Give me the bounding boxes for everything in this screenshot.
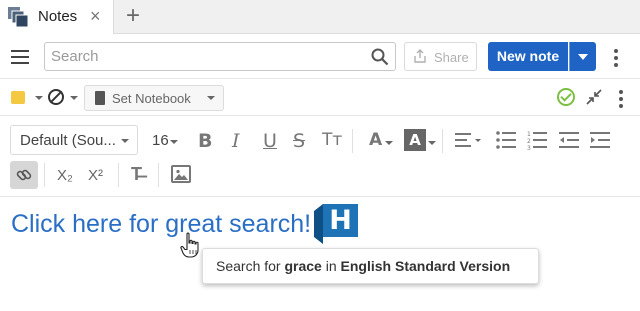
new-note-button[interactable]: New note — [488, 42, 568, 71]
numbered-list-icon[interactable]: 1 2 3 — [527, 130, 547, 150]
tooltip-term: grace — [284, 258, 322, 274]
svg-text:1: 1 — [527, 131, 531, 138]
hamburger-menu-icon[interactable] — [11, 50, 29, 64]
style-caret-icon[interactable] — [70, 96, 78, 100]
italic-button[interactable]: I — [232, 130, 240, 152]
notes-app-icon — [8, 7, 28, 27]
set-notebook-select[interactable]: Set Notebook — [84, 85, 224, 111]
divider — [442, 129, 443, 153]
note-color-icon[interactable] — [11, 91, 25, 104]
share-button[interactable]: Share — [404, 42, 477, 71]
note-color-caret-icon[interactable] — [35, 96, 43, 100]
search-link[interactable]: Click here for great search! — [11, 210, 311, 239]
sync-status-icon — [557, 88, 575, 106]
add-tab-icon[interactable]: + — [126, 2, 140, 30]
tooltip-prefix: Search for — [216, 258, 285, 274]
no-style-icon[interactable] — [48, 89, 64, 105]
search-input[interactable] — [45, 43, 355, 70]
tooltip-middle: in — [321, 258, 341, 274]
divider — [44, 163, 45, 187]
search-tooltip: Search for grace in English Standard Ver… — [202, 248, 539, 284]
divider — [158, 163, 159, 187]
hand-pointer-icon — [180, 232, 199, 258]
bold-button[interactable]: B — [198, 130, 212, 152]
logo-flag-icon — [314, 204, 323, 244]
set-notebook-label: Set Notebook — [112, 91, 191, 106]
new-note-dropdown-icon[interactable] — [569, 42, 596, 71]
align-icon[interactable] — [455, 132, 481, 148]
subscript-button[interactable]: X₂ — [57, 167, 73, 184]
tab-notes[interactable]: Notes × — [0, 0, 114, 34]
divider — [352, 129, 353, 153]
header: Share New note — [0, 35, 640, 79]
tab-bar: Notes × + — [0, 0, 640, 34]
search-icon[interactable] — [371, 48, 389, 66]
notebook-icon — [95, 91, 105, 105]
font-color-button[interactable]: A — [369, 130, 382, 150]
outdent-icon[interactable] — [559, 131, 579, 149]
font-size-select[interactable]: 16 — [152, 132, 169, 149]
svg-text:2: 2 — [527, 138, 531, 145]
link-button[interactable] — [10, 161, 38, 189]
more-options-icon[interactable] — [614, 49, 618, 67]
font-family-value: Default (Sou... — [20, 132, 116, 149]
highlight-color-button[interactable]: A — [404, 129, 426, 151]
note-more-options-icon[interactable] — [619, 90, 623, 108]
underline-button[interactable]: U — [263, 130, 277, 152]
chevron-down-icon — [207, 96, 215, 100]
divider — [118, 163, 119, 187]
share-icon — [414, 49, 426, 63]
font-color-caret-icon[interactable] — [385, 141, 393, 145]
insert-image-icon[interactable] — [171, 165, 191, 183]
tab-close-icon[interactable]: × — [90, 5, 101, 27]
collapse-icon[interactable] — [585, 88, 603, 106]
share-label: Share — [434, 50, 469, 65]
chevron-down-icon — [121, 139, 129, 143]
font-family-select[interactable]: Default (Sou... — [10, 125, 138, 155]
text-size-button[interactable]: Tт — [322, 130, 342, 150]
highlight-caret-icon[interactable] — [428, 141, 436, 145]
tab-label: Notes — [38, 8, 78, 25]
search-box — [44, 42, 396, 71]
svg-text:3: 3 — [527, 145, 531, 150]
logos-logo-icon[interactable]: H — [323, 204, 358, 237]
link-icon — [16, 169, 32, 181]
clear-formatting-button[interactable]: T̶ — [131, 164, 142, 185]
indent-icon[interactable] — [590, 131, 610, 149]
strikethrough-button[interactable]: S — [293, 130, 305, 152]
format-toolbar: Default (Sou... 16 B I U S Tт A A 1 2 3 — [0, 117, 640, 197]
font-size-caret-icon[interactable] — [170, 140, 178, 144]
superscript-button[interactable]: X² — [88, 167, 103, 184]
note-toolbar: Set Notebook — [0, 80, 640, 116]
bullet-list-icon[interactable] — [496, 131, 516, 149]
tooltip-version: English Standard Version — [340, 258, 511, 274]
